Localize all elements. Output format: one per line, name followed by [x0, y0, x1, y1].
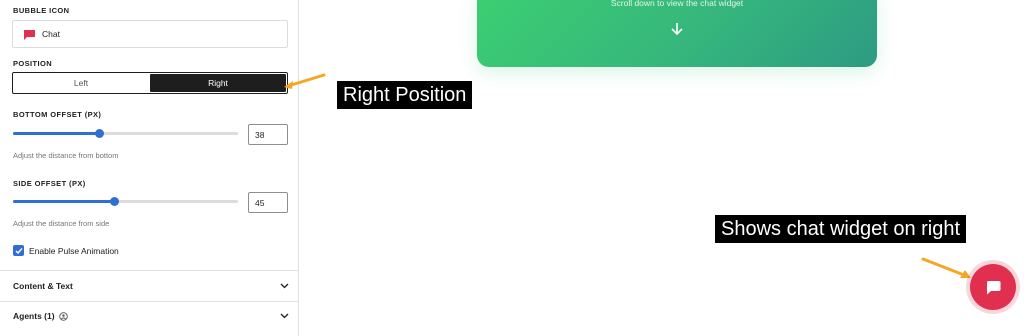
chat-icon — [987, 280, 1001, 294]
hero-text: Scroll down to view the chat widget — [610, 0, 744, 8]
checkmark-icon — [15, 247, 23, 254]
accordion-agents[interactable]: Agents (1) — [13, 311, 289, 321]
chevron-down-icon — [280, 313, 289, 319]
user-icon — [58, 311, 68, 321]
position-toggle: Left Right — [12, 72, 288, 94]
accordion-content-text-label: Content & Text — [13, 281, 73, 291]
side-offset-slider-handle[interactable] — [110, 197, 120, 206]
bubble-icon-select[interactable]: Chat — [12, 20, 288, 48]
pulse-animation-checkbox[interactable] — [13, 245, 24, 256]
pulse-animation-checkbox-row[interactable]: Enable Pulse Animation — [13, 245, 119, 256]
chat-bubble-icon — [23, 29, 36, 40]
settings-panel: BUBBLE ICON Chat POSITION Left Right BOT… — [0, 0, 299, 336]
position-right-button[interactable]: Right — [150, 74, 286, 92]
bottom-offset-label: BOTTOM OFFSET (PX) — [13, 110, 102, 119]
bottom-offset-slider[interactable] — [13, 129, 238, 138]
position-label: POSITION — [13, 59, 53, 68]
annotation-arrow-icon — [284, 73, 326, 89]
position-left-button[interactable]: Left — [13, 73, 149, 93]
side-offset-help: Adjust the distance from side — [13, 219, 110, 228]
annotation-arrow-icon — [921, 257, 971, 278]
side-offset-label: SIDE OFFSET (PX) — [13, 179, 86, 188]
chevron-down-icon — [280, 283, 289, 289]
arrow-down-icon — [671, 23, 683, 36]
accordion-agents-label: Agents (1) — [13, 311, 55, 321]
right-position-callout: Right Position — [337, 81, 473, 109]
accordion-content-text[interactable]: Content & Text — [13, 281, 289, 291]
bottom-offset-help: Adjust the distance from bottom — [13, 151, 119, 160]
side-offset-slider[interactable] — [13, 197, 238, 206]
bottom-offset-input[interactable]: 38 — [248, 124, 288, 145]
pulse-animation-label: Enable Pulse Animation — [29, 245, 119, 256]
divider — [0, 301, 299, 302]
bottom-offset-slider-handle[interactable] — [94, 129, 104, 138]
side-offset-input[interactable]: 45 — [248, 192, 288, 213]
accordion-agents-title: Agents (1) — [13, 311, 68, 321]
bottom-offset-slider-fill — [13, 132, 99, 135]
side-offset-slider-fill — [13, 200, 115, 203]
bubble-icon-value: Chat — [42, 29, 60, 39]
shows-widget-callout: Shows chat widget on right — [715, 215, 967, 243]
bubble-icon-label: BUBBLE ICON — [13, 6, 70, 15]
hero-banner: Scroll down to view the chat widget — [477, 0, 877, 67]
divider — [0, 270, 299, 271]
chat-widget-button[interactable] — [970, 264, 1016, 310]
